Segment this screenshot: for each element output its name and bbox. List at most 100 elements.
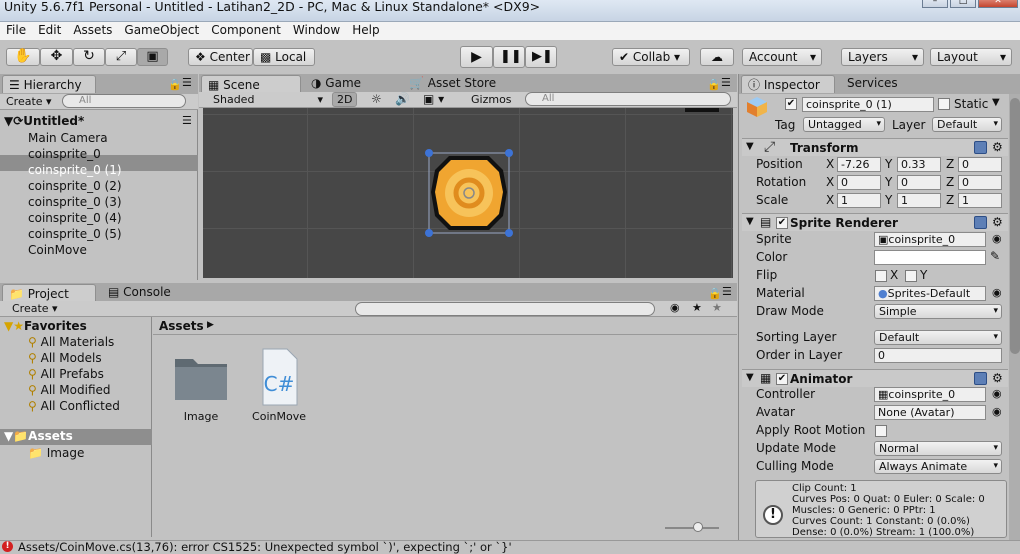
static-dropdown-icon[interactable]: ▼	[992, 97, 1000, 108]
object-picker-icon[interactable]: ◉	[992, 405, 1002, 418]
list-item[interactable]: coinsprite_0 (1)	[28, 163, 122, 177]
maximize-button[interactable]: □	[950, 0, 976, 8]
tab-game[interactable]: ◑ Game	[311, 76, 361, 90]
material-field[interactable]: ●Sprites-Default	[874, 286, 986, 301]
menu-edit[interactable]: Edit	[32, 22, 67, 37]
apply-root-motion-checkbox[interactable]	[875, 425, 887, 437]
hierarchy-search-input[interactable]: All	[62, 94, 186, 108]
audio-icon[interactable]: 🔊	[395, 92, 410, 106]
status-bar[interactable]: ! Assets/CoinMove.cs(13,76): error CS152…	[0, 540, 1020, 554]
animator-enabled-checkbox[interactable]: ✔	[776, 373, 788, 385]
menu-component[interactable]: Component	[205, 22, 287, 37]
tab-services[interactable]: Services	[847, 76, 898, 90]
pivot-center-button[interactable]: ❖ Center	[188, 48, 253, 66]
rotation-x-field[interactable]: 0	[837, 175, 881, 190]
favorite-all-models[interactable]: ⚲ All Models	[28, 351, 102, 365]
object-picker-icon[interactable]: ◉	[992, 232, 1002, 245]
menu-help[interactable]: Help	[346, 22, 385, 37]
tab-hierarchy[interactable]: ☰ Hierarchy	[2, 75, 96, 93]
list-item[interactable]: coinsprite_0 (2)	[28, 179, 122, 193]
active-checkbox[interactable]: ✔	[785, 98, 797, 110]
scene-view[interactable]	[203, 108, 733, 278]
pause-button[interactable]: ❚❚	[493, 46, 525, 68]
object-picker-icon[interactable]: ◉	[992, 286, 1002, 299]
list-item[interactable]: CoinMove	[28, 243, 87, 257]
gear-icon[interactable]: ⚙	[992, 215, 1003, 229]
position-z-field[interactable]: 0	[958, 157, 1002, 172]
culling-mode-dropdown[interactable]: Always Animate	[874, 459, 1002, 474]
menu-assets[interactable]: Assets	[67, 22, 118, 37]
panel-menu-icon[interactable]: ☰	[721, 76, 731, 89]
object-name-field[interactable]: coinsprite_0 (1)	[802, 97, 934, 112]
favorite-all-modified[interactable]: ⚲ All Modified	[28, 383, 111, 397]
color-swatch[interactable]	[874, 250, 986, 265]
eyedropper-icon[interactable]: ✎	[990, 249, 1000, 263]
position-x-field[interactable]: -7.26	[837, 157, 881, 172]
order-in-layer-field[interactable]: 0	[874, 348, 1002, 363]
step-button[interactable]: ▶❚	[525, 46, 557, 68]
status-error-message[interactable]: Assets/CoinMove.cs(13,76): error CS1525:…	[18, 540, 512, 554]
transform-header[interactable]: ▼ ⤢ Transform ⚙	[742, 138, 1008, 156]
rotate-tool-icon[interactable]: ↻	[73, 48, 105, 66]
rotation-y-field[interactable]: 0	[897, 175, 941, 190]
foldout-icon[interactable]: ▼	[746, 372, 754, 383]
scene-root[interactable]: ▼⟳Untitled*	[4, 114, 84, 128]
list-item[interactable]: coinsprite_0	[28, 147, 101, 161]
account-dropdown[interactable]: Account ▾	[742, 48, 822, 66]
panel-menu-icon[interactable]: ☰	[182, 76, 192, 89]
handle-bottom-left[interactable]	[425, 229, 433, 237]
gear-icon[interactable]: ⚙	[992, 140, 1003, 154]
favorite-all-materials[interactable]: ⚲ All Materials	[28, 335, 114, 349]
flip-x-checkbox[interactable]	[875, 270, 887, 282]
list-item[interactable]: coinsprite_0 (5)	[28, 227, 122, 241]
help-book-icon[interactable]	[974, 372, 987, 385]
lock-icon[interactable]: 🔒	[707, 78, 721, 91]
move-tool-icon[interactable]: ✥	[40, 48, 73, 66]
list-item[interactable]: Main Camera	[28, 131, 108, 145]
cloud-icon[interactable]: ☁	[700, 48, 734, 66]
help-book-icon[interactable]	[974, 216, 987, 229]
project-create-dropdown[interactable]: Create ▾	[8, 302, 62, 316]
sprite-renderer-enabled-checkbox[interactable]: ✔	[776, 217, 788, 229]
layer-dropdown[interactable]: Default	[932, 117, 1002, 132]
menu-window[interactable]: Window	[287, 22, 346, 37]
tab-asset-store[interactable]: 🛒 Asset Store	[409, 76, 496, 90]
play-button[interactable]: ▶	[460, 46, 493, 68]
asset-item-image[interactable]: Image	[169, 353, 233, 423]
tab-inspector[interactable]: ⓘ Inspector	[741, 75, 835, 93]
foldout-icon[interactable]: ▼	[746, 216, 754, 227]
zoom-slider[interactable]	[665, 527, 719, 529]
static-checkbox[interactable]	[938, 98, 950, 110]
update-mode-dropdown[interactable]: Normal	[874, 441, 1002, 456]
rect-tool-icon[interactable]: ▣	[137, 48, 168, 66]
zoom-slider-thumb[interactable]	[693, 522, 703, 532]
draw-mode-dropdown[interactable]: Simple	[874, 304, 1002, 319]
search-by-label-icon[interactable]: ★	[692, 301, 702, 314]
position-y-field[interactable]: 0.33	[897, 157, 941, 172]
close-button[interactable]: ✕	[978, 0, 1018, 8]
menu-gameobject[interactable]: GameObject	[118, 22, 205, 37]
tag-dropdown[interactable]: Untagged	[803, 117, 885, 132]
project-search-input[interactable]	[355, 302, 655, 316]
coin-sprite[interactable]	[419, 144, 515, 240]
favorite-all-conflicted[interactable]: ⚲ All Conflicted	[28, 399, 120, 413]
scale-tool-icon[interactable]: ⤢	[105, 48, 137, 66]
asset-folder-image[interactable]: 📁 Image	[28, 446, 84, 460]
minimize-button[interactable]: –	[922, 0, 948, 8]
2d-mode-toggle[interactable]: 2D	[332, 92, 358, 107]
collab-dropdown[interactable]: ✔ Collab ▾	[612, 48, 690, 66]
flip-y-checkbox[interactable]	[905, 270, 917, 282]
lighting-icon[interactable]: ☼	[371, 92, 382, 106]
effects-icon[interactable]: ▣ ▾	[423, 92, 444, 106]
scale-x-field[interactable]: 1	[837, 193, 881, 208]
layout-dropdown[interactable]: Layout ▾	[930, 48, 1012, 66]
list-item[interactable]: coinsprite_0 (3)	[28, 195, 122, 209]
hand-tool-icon[interactable]: ✋	[6, 48, 40, 66]
tab-console[interactable]: ▤ Console	[108, 285, 171, 299]
favorites-header[interactable]: ▼★Favorites	[4, 319, 87, 333]
handle-top-left[interactable]	[425, 149, 433, 157]
avatar-field[interactable]: None (Avatar)	[874, 405, 986, 420]
sprite-field[interactable]: ▣coinsprite_0	[874, 232, 986, 247]
list-item[interactable]: coinsprite_0 (4)	[28, 211, 122, 225]
panel-menu-icon[interactable]: ☰	[722, 285, 732, 298]
